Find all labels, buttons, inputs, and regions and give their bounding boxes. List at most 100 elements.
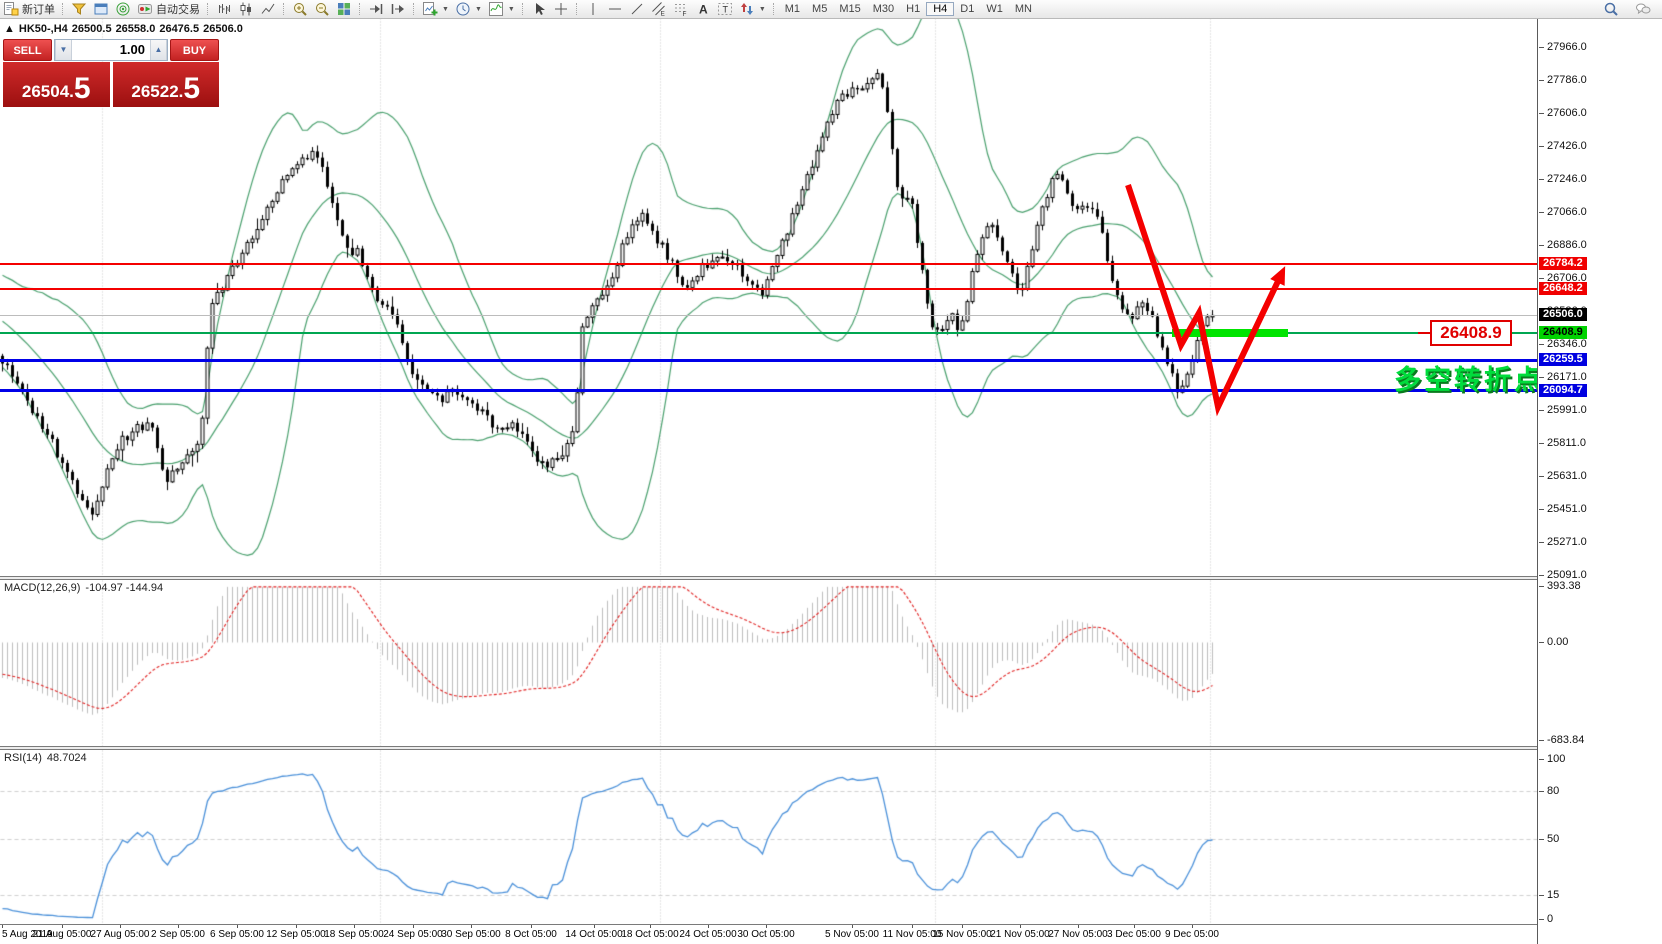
timeframe-W1[interactable]: W1 [980, 2, 1009, 16]
time-tick [766, 925, 767, 928]
price-tick: 25451.0 [1547, 503, 1587, 515]
chevron-down-icon: ▼ [759, 6, 766, 13]
rsi-panel[interactable]: RSI(14) 48.7024 [0, 750, 1537, 925]
collapse-marker[interactable]: ▲ [4, 23, 15, 35]
time-tick [237, 925, 238, 928]
chevron-down-icon: ▼ [508, 6, 515, 13]
candles-canvas[interactable] [0, 18, 1537, 576]
price-tick: 27786.0 [1547, 74, 1587, 86]
text-label-button[interactable]: T [714, 1, 736, 17]
symbol-title: HK50-,H4 [19, 23, 68, 35]
auto-trading-icon [137, 1, 153, 17]
text-button[interactable]: A [692, 1, 714, 17]
macd-panel[interactable]: MACD(12,26,9)-104.97 -144.94 [0, 580, 1537, 746]
macd-canvas [0, 580, 1537, 746]
chat-icon [1635, 1, 1651, 17]
zoom-in-icon [292, 1, 308, 17]
panel-divider-1[interactable] [0, 576, 1537, 580]
auto-scroll-button[interactable] [365, 1, 387, 17]
rsi-label: RSI(14) 48.7024 [4, 752, 92, 764]
rsi-tick: 100 [1547, 753, 1565, 765]
chart-bars-button[interactable] [213, 1, 235, 17]
equidistant-channel-button[interactable]: E [648, 1, 670, 17]
toolbar-separator [62, 3, 64, 15]
time-tick [1134, 925, 1135, 928]
volume-input[interactable]: 1.00 [72, 40, 150, 60]
tile-windows-icon [336, 1, 352, 17]
time-label: 14 Oct 05:00 [565, 929, 622, 940]
trendline-button[interactable] [626, 1, 648, 17]
rsi-name: RSI(14) [4, 752, 42, 764]
profiles-button[interactable]: ▼ [452, 1, 485, 17]
volume-decrease-button[interactable]: ▼ [55, 40, 72, 60]
new-chart-button[interactable]: ▼ [419, 1, 452, 17]
time-tick [1192, 925, 1193, 928]
time-label: 6 Sep 05:00 [210, 929, 264, 940]
zoom-out-icon [314, 1, 330, 17]
chart-line-button[interactable] [257, 1, 279, 17]
time-axis[interactable]: 5 Aug 201921 Aug 05:0027 Aug 05:002 Sep … [0, 925, 1537, 944]
chevron-down-icon: ▼ [442, 6, 449, 13]
sell-price-display[interactable]: 26504.5 [3, 62, 110, 107]
time-tick [354, 925, 355, 928]
time-label: 5 Nov 05:00 [825, 929, 879, 940]
cursor-icon [531, 1, 547, 17]
horizontal-line-button[interactable] [604, 1, 626, 17]
zoom-out-button[interactable] [311, 1, 333, 17]
buy-button[interactable]: BUY [170, 39, 219, 61]
timeframe-M15[interactable]: M15 [833, 2, 866, 16]
timeframe-M1[interactable]: M1 [779, 2, 806, 16]
toolbar-separator [413, 3, 415, 15]
chart-candles-button[interactable] [235, 1, 257, 17]
timeframe-D1[interactable]: D1 [954, 2, 980, 16]
price-tick: 25991.0 [1547, 404, 1587, 416]
time-label: 2 Sep 05:00 [151, 929, 205, 940]
time-tick [296, 925, 297, 928]
price-badge-26506.0: 26506.0 [1539, 308, 1587, 321]
search-button[interactable] [1600, 1, 1622, 17]
crosshair-button[interactable] [550, 1, 572, 17]
cursor-button[interactable] [528, 1, 550, 17]
volume-stepper: ▼ 1.00 ▲ [54, 39, 168, 61]
buy-price-display[interactable]: 26522.5 [113, 62, 220, 107]
zoom-in-button[interactable] [289, 1, 311, 17]
chat-button[interactable] [1632, 1, 1654, 17]
time-tick [1020, 925, 1021, 928]
timeframe-MN[interactable]: MN [1009, 2, 1038, 16]
price-tick: 25631.0 [1547, 470, 1587, 482]
tile-windows-button[interactable] [333, 1, 355, 17]
mql5-community-button[interactable] [68, 1, 90, 17]
chart-shift-button[interactable] [387, 1, 409, 17]
price-tick: 26886.0 [1547, 239, 1587, 251]
time-tick [178, 925, 179, 928]
main-chart[interactable]: 26408.9 多空转折点 ▲HK50-,H426500.526558.0264… [0, 18, 1537, 576]
timeframe-M5[interactable]: M5 [806, 2, 833, 16]
time-tick [120, 925, 121, 928]
rsi-tick: 15 [1547, 889, 1559, 901]
indicators-list-button[interactable]: ▼ [485, 1, 518, 17]
timeframe-H4[interactable]: H4 [926, 2, 954, 16]
new-order-button[interactable]: 新订单 [0, 1, 58, 17]
chart-line-icon [260, 1, 276, 17]
chart-bars-icon [216, 1, 232, 17]
rsi-value: 48.7024 [47, 752, 87, 764]
fibonacci-button[interactable]: F [670, 1, 692, 17]
vertical-line-button[interactable] [582, 1, 604, 17]
time-tick [852, 925, 853, 928]
open-charts-button[interactable] [90, 1, 112, 17]
price-axis[interactable]: 27966.027786.027606.027426.027246.027066… [1537, 18, 1662, 944]
panel-divider-2[interactable] [0, 746, 1537, 750]
arrows-button[interactable]: ▼ [736, 1, 769, 17]
timeframe-H1[interactable]: H1 [900, 2, 926, 16]
toolbar-separator [522, 3, 524, 15]
timeframe-M30[interactable]: M30 [867, 2, 900, 16]
mt4-window: 新订单自动交易▼▼▼EFAT▼M1M5M15M30H1H4D1W1MN 2640… [0, 0, 1662, 944]
price-badge-26094.7: 26094.7 [1539, 384, 1587, 397]
auto-trading-button[interactable]: 自动交易 [134, 1, 203, 17]
volume-increase-button[interactable]: ▲ [150, 40, 167, 60]
text-label-icon: T [717, 1, 733, 17]
market-watch-button[interactable] [112, 1, 134, 17]
sell-button[interactable]: SELL [3, 39, 52, 61]
auto-trading-label: 自动交易 [156, 1, 200, 17]
toolbar-separator [283, 3, 285, 15]
